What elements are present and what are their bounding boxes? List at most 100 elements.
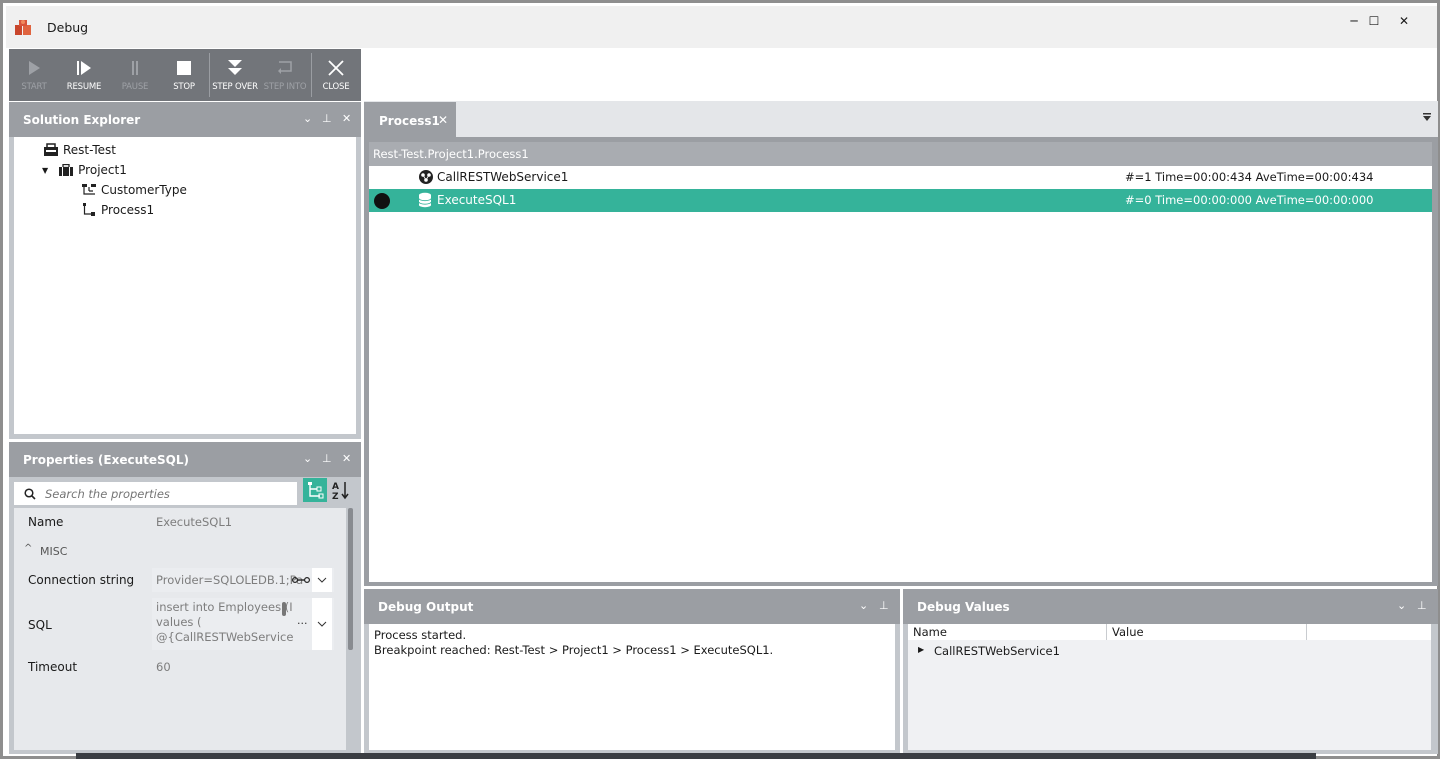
debug-values-grid: Name Value ▶ CallRESTWebService1 [908, 624, 1431, 750]
pause-icon [132, 61, 138, 75]
close-label: CLOSE [322, 82, 350, 92]
tree-item-label: Project1 [78, 163, 127, 177]
tree-item-customertype[interactable]: CustomerType [81, 180, 187, 200]
resume-icon [77, 61, 91, 75]
chevron-down-icon[interactable]: ⌄ [859, 599, 868, 612]
resume-label: RESUME [66, 82, 102, 92]
tab-overflow-icon[interactable] [1422, 113, 1432, 122]
sql-ellipsis-button[interactable]: ... [297, 614, 308, 627]
collapse-caret-icon[interactable]: ^ [24, 543, 32, 554]
app-puzzle-icon [15, 20, 31, 35]
property-label: SQL [28, 618, 52, 632]
pin-icon[interactable]: ⊥ [322, 452, 332, 465]
sql-scrollbar[interactable] [282, 602, 286, 616]
search-input[interactable] [45, 486, 275, 501]
chevron-down-icon [317, 621, 327, 627]
debug-output-text[interactable]: Process started. Breakpoint reached: Res… [369, 624, 895, 750]
sql-line: insert into Employees (I [156, 600, 293, 614]
pin-icon[interactable]: ⊥ [1417, 599, 1427, 612]
column-header-name[interactable]: Name [908, 624, 1107, 640]
panel-close-icon[interactable]: ✕ [342, 452, 351, 465]
process-step-name: CallRESTWebService1 [437, 170, 569, 184]
property-row-connection-string[interactable]: Connection string Provider=SQLOLEDB.1;Pa [14, 566, 334, 596]
pause-button[interactable]: PAUSE [117, 49, 153, 101]
pin-icon[interactable]: ⊥ [879, 599, 889, 612]
alphabetical-sort-button[interactable]: A Z [329, 478, 353, 502]
debug-output-title: Debug Output [378, 600, 474, 614]
pin-icon[interactable]: ⊥ [322, 112, 332, 125]
output-line: Breakpoint reached: Rest-Test > Project1… [374, 643, 774, 657]
maximize-button[interactable]: ☐ [1359, 10, 1389, 32]
process-view: Rest-Test.Project1.Process1 CallRESTWebS… [369, 142, 1432, 582]
category-label: MISC [40, 545, 68, 558]
chevron-down-icon[interactable]: ⌄ [303, 112, 312, 125]
pause-label: PAUSE [121, 82, 149, 92]
property-row-timeout[interactable]: Timeout 60 [14, 656, 334, 684]
property-scrollbar-thumb[interactable] [348, 508, 353, 650]
tree-item-rest-test[interactable]: Rest-Test [43, 140, 116, 160]
tree-item-project1[interactable]: ▼ Project1 [42, 160, 127, 180]
panel-close-icon[interactable]: ✕ [342, 112, 351, 125]
toolbar-separator [209, 53, 210, 97]
property-row-name[interactable]: Name ExecuteSQL1 [14, 508, 334, 538]
step-into-button[interactable]: STEP INTO [262, 49, 308, 101]
breakpoint-icon[interactable] [374, 193, 390, 209]
step-into-icon [278, 61, 292, 74]
document-tab-strip: Process1 ✕ [364, 101, 1438, 138]
window-close-icon: ✕ [1398, 14, 1410, 28]
chevron-down-icon [317, 577, 327, 583]
sql-dropdown-button[interactable] [312, 598, 332, 650]
properties-panel: Properties (ExecuteSQL) ⌄ ⊥ ✕ A Z [9, 442, 361, 754]
process-view-frame: Rest-Test.Project1.Process1 CallRESTWebS… [364, 137, 1438, 586]
database-icon [418, 192, 432, 208]
sql-line: values ( [156, 615, 202, 629]
step-over-label: STEP OVER [212, 82, 258, 92]
property-label: Connection string [28, 573, 135, 587]
expand-caret-icon[interactable]: ▼ [42, 166, 48, 175]
process-step-row-active[interactable]: ExecuteSQL1 #=0 Time=00:00:000 AveTime=0… [369, 189, 1432, 212]
property-grid: Name ExecuteSQL1 ^ MISC Connection strin… [14, 508, 346, 750]
step-over-button[interactable]: STEP OVER [211, 49, 259, 101]
solution-explorer-panel: Solution Explorer ⌄ ⊥ ✕ Rest-Test ▼ Proj… [9, 102, 361, 439]
tab-process1[interactable]: Process1 ✕ [364, 102, 456, 138]
process-icon [83, 203, 95, 216]
tab-close-icon[interactable]: ✕ [438, 113, 448, 127]
window-title: Debug [47, 20, 89, 35]
process-step-row[interactable]: CallRESTWebService1 #=1 Time=00:00:434 A… [369, 166, 1432, 189]
chevron-down-icon[interactable]: ⌄ [1397, 599, 1406, 612]
start-button[interactable]: START [17, 49, 51, 101]
connection-icon[interactable] [292, 576, 310, 584]
resume-button[interactable]: RESUME [63, 49, 105, 101]
web-service-icon [419, 170, 433, 184]
property-category-misc[interactable]: ^ MISC [14, 538, 334, 566]
debug-value-row[interactable]: ▶ CallRESTWebService1 [908, 642, 1431, 661]
tree-item-label: Process1 [101, 203, 155, 217]
stop-button[interactable]: STOP [167, 49, 201, 101]
chevron-down-icon[interactable]: ⌄ [303, 452, 312, 465]
property-value: 60 [156, 660, 171, 674]
properties-search[interactable] [14, 482, 297, 505]
toolbar-separator [311, 53, 312, 97]
window-close-button[interactable]: ✕ [1389, 10, 1419, 32]
svg-text:Z: Z [332, 492, 339, 502]
connection-dropdown-button[interactable] [312, 568, 332, 592]
close-debug-button[interactable]: CLOSE [316, 49, 356, 101]
property-row-sql[interactable]: SQL insert into Employees (I values ( @{… [14, 596, 334, 656]
output-line: Process started. [374, 628, 467, 642]
process-step-name: ExecuteSQL1 [437, 193, 517, 207]
column-header-value[interactable]: Value [1107, 624, 1307, 640]
solution-tree: Rest-Test ▼ Project1 CustomerType Proces… [14, 137, 356, 434]
expand-caret-icon[interactable]: ▶ [918, 645, 924, 654]
sql-line: @{CallRESTWebService [156, 630, 294, 644]
sql-field[interactable]: insert into Employees (I values ( @{Call… [152, 598, 334, 650]
properties-header: Properties (ExecuteSQL) ⌄ ⊥ ✕ [9, 442, 361, 477]
debug-toolbar: START RESUME PAUSE STOP STEP OVER STEP I… [9, 49, 361, 101]
categorized-view-button[interactable] [303, 478, 327, 502]
debug-values-title: Debug Values [917, 600, 1010, 614]
title-bar[interactable]: Debug ─ ☐ ✕ [6, 6, 1437, 48]
connection-string-field[interactable]: Provider=SQLOLEDB.1;Pa [152, 568, 334, 592]
maximize-icon: ☐ [1368, 14, 1380, 28]
taskbar-edge [76, 753, 1316, 759]
tree-item-process1[interactable]: Process1 [81, 200, 154, 220]
solution-explorer-header: Solution Explorer ⌄ ⊥ ✕ [9, 102, 361, 137]
